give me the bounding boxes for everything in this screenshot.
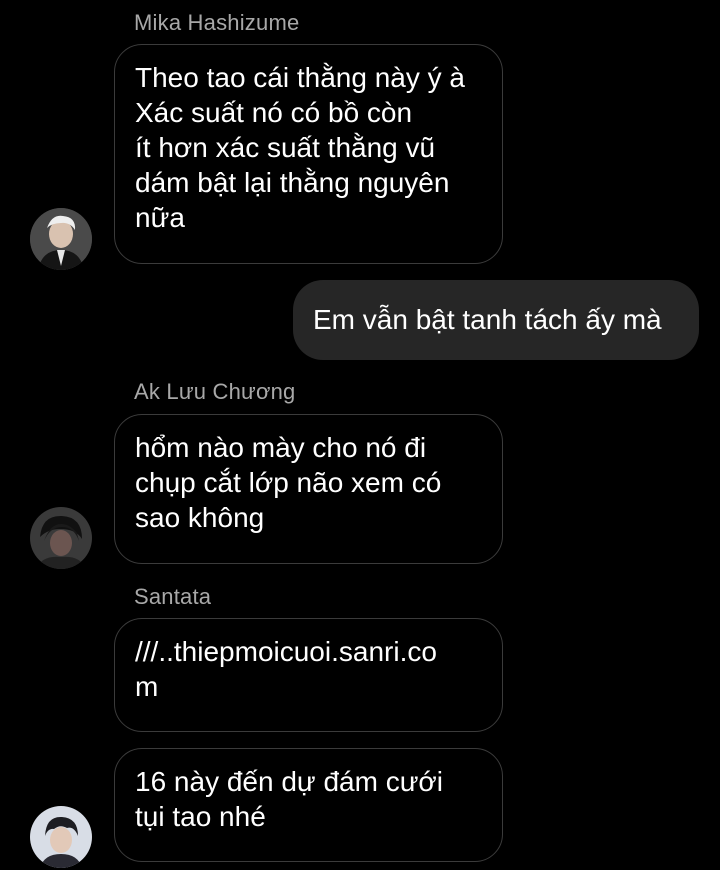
message-line: m — [135, 671, 159, 702]
my-message-bubble[interactable]: Em vẫn bật tanh tách ấy mà — [293, 280, 699, 360]
message-line: Xác suất nó có bồ còn — [135, 97, 413, 128]
sender-name: Ak Lưu Chương — [134, 379, 296, 404]
message-line: nữa — [135, 202, 185, 233]
message-line: Theo tao cái thằng này ý à — [135, 62, 465, 93]
message-line: sao không — [135, 502, 265, 533]
message-line: ///..thiepmoicuoi.sanri.co — [135, 636, 437, 667]
message-line: dám bật lại thằng nguyên — [135, 167, 450, 198]
message-line: tụi tao nhé — [135, 801, 266, 832]
message-line: hổm nào mày cho nó đi — [135, 432, 427, 463]
avatar[interactable] — [30, 507, 92, 569]
avatar-photo-icon — [30, 208, 92, 270]
message-bubble[interactable]: 16 này đến dự đám cưới tụi tao nhé — [114, 748, 503, 862]
message-line: chụp cắt lớp não xem có — [135, 467, 442, 498]
avatar[interactable] — [30, 208, 92, 270]
sender-name: Mika Hashizume — [134, 10, 300, 35]
sender-name: Santata — [134, 584, 212, 609]
message-line: 16 này đến dự đám cưới — [135, 766, 444, 797]
avatar[interactable] — [30, 806, 92, 868]
message-bubble[interactable]: Theo tao cái thằng này ý à Xác suất nó c… — [114, 44, 503, 264]
message-line: ít hơn xác suất thằng vũ — [135, 132, 436, 163]
message-line: Em vẫn bật tanh tách ấy mà — [313, 304, 662, 335]
avatar-photo-icon — [30, 806, 92, 868]
message-bubble[interactable]: ///..thiepmoicuoi.sanri.co m — [114, 618, 503, 732]
message-bubble[interactable]: hổm nào mày cho nó đi chụp cắt lớp não x… — [114, 414, 503, 564]
avatar-photo-icon — [30, 507, 92, 569]
